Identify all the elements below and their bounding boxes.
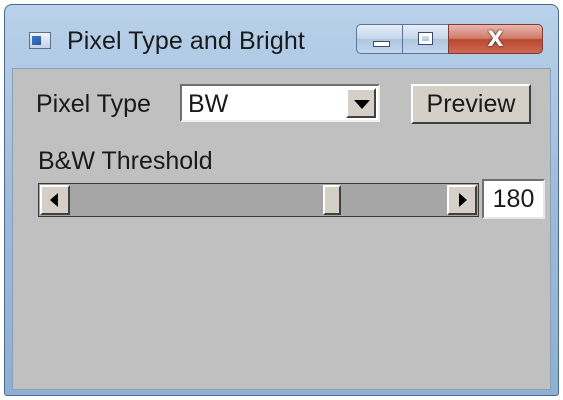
minimize-button[interactable] [356,24,402,54]
threshold-label: B&W Threshold [38,147,213,175]
arrow-left-icon [50,193,58,207]
threshold-value-field[interactable]: 180 [482,179,545,219]
dialog-window: Pixel Type and Bright X Pixel Type BW Pr… [4,4,559,396]
arrow-right-icon [459,193,467,207]
window-title: Pixel Type and Bright [67,27,305,55]
chevron-down-icon [354,100,370,109]
title-bar[interactable]: Pixel Type and Bright X [5,5,558,69]
maximize-icon [418,32,433,45]
app-icon [29,32,51,49]
close-button[interactable]: X [448,24,543,54]
close-icon: X [487,27,504,51]
pixel-type-label: Pixel Type [36,90,151,118]
scroll-right-button[interactable] [447,185,477,215]
dialog-client-area: Pixel Type BW Preview B&W Threshold 180 [12,68,551,390]
pixel-type-value: BW [188,90,229,118]
minimize-icon [373,41,390,47]
preview-button[interactable]: Preview [411,84,531,124]
threshold-slider-thumb[interactable] [323,185,342,215]
caption-buttons: X [356,24,543,56]
pixel-type-dropdown-button[interactable] [346,88,376,118]
pixel-type-select[interactable]: BW [180,84,380,122]
threshold-slider[interactable] [38,183,479,217]
scroll-left-button[interactable] [40,185,70,215]
maximize-button[interactable] [402,24,448,54]
